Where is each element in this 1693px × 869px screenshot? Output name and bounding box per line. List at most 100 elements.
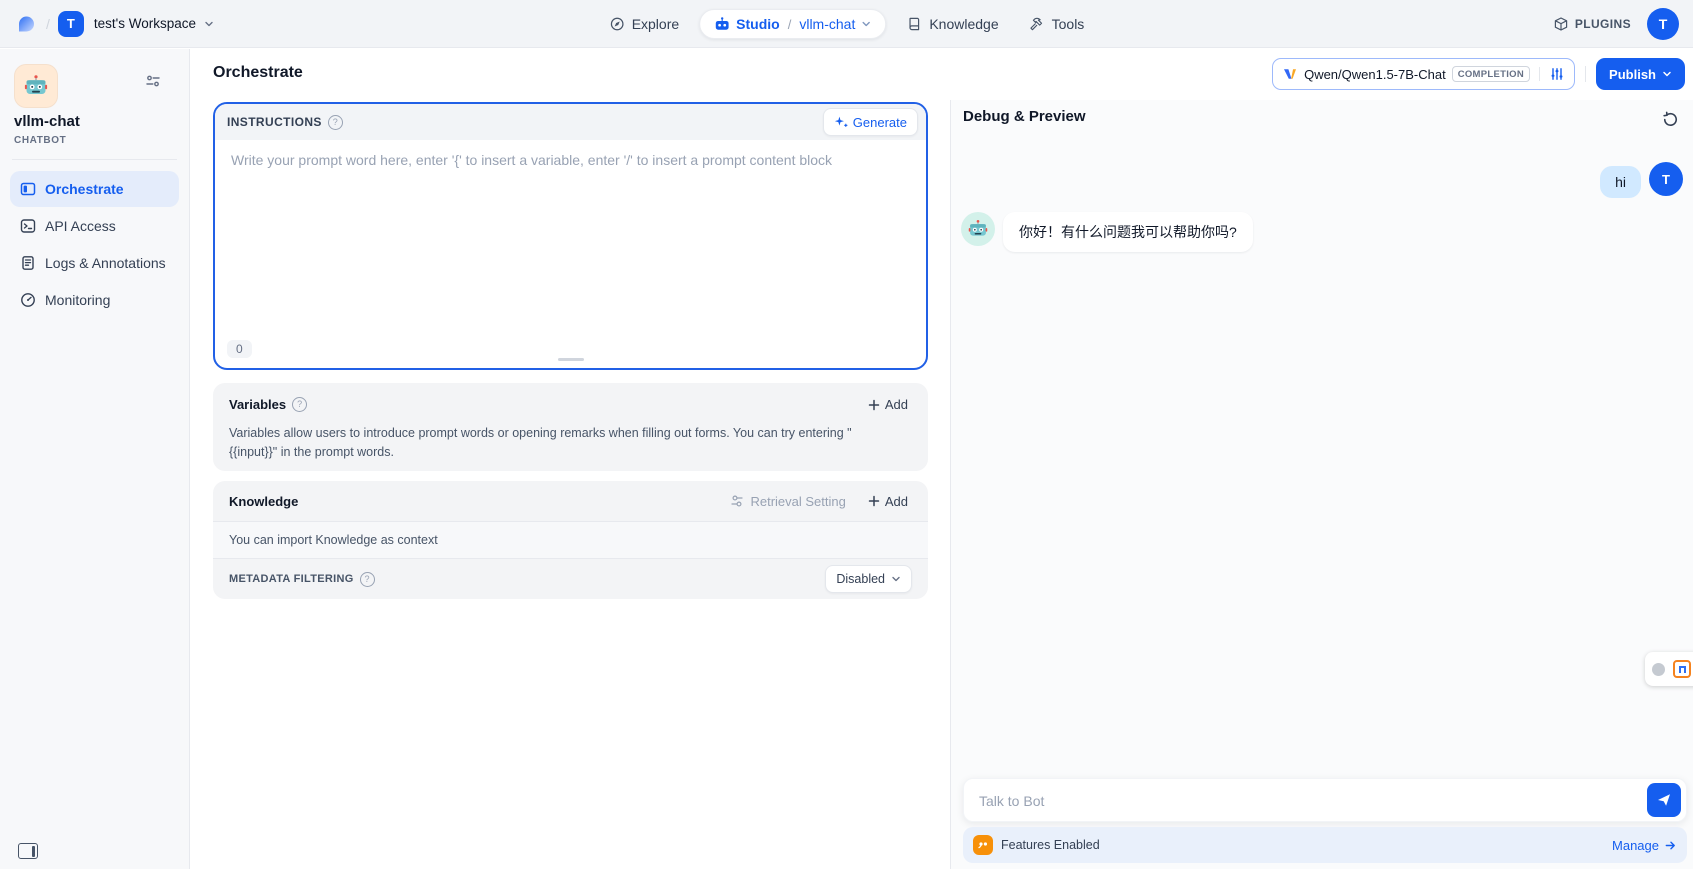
workspace-avatar: T bbox=[58, 11, 84, 37]
nav-tools[interactable]: Tools bbox=[1019, 10, 1095, 38]
robot-icon bbox=[714, 16, 730, 32]
divider bbox=[12, 159, 177, 160]
plus-icon bbox=[868, 495, 880, 507]
sidebar-item-monitoring[interactable]: Monitoring bbox=[10, 282, 179, 318]
debug-preview-panel: Debug & Preview hi T 你好！有什么问题我可以帮助你吗? bbox=[950, 100, 1693, 869]
divider bbox=[1585, 66, 1586, 82]
chat-input[interactable] bbox=[977, 779, 1638, 823]
model-settings-icon[interactable] bbox=[1549, 66, 1565, 82]
nav-current-app: vllm-chat bbox=[799, 16, 855, 32]
instructions-panel: INSTRUCTIONS Generate 0 bbox=[213, 102, 928, 370]
workspace-switcher[interactable]: / T test's Workspace bbox=[0, 11, 214, 37]
send-button[interactable] bbox=[1647, 783, 1681, 817]
top-nav: / T test's Workspace Explore Studio / vl… bbox=[0, 0, 1693, 48]
instructions-header: INSTRUCTIONS Generate bbox=[215, 104, 926, 140]
vllm-logo-icon bbox=[1282, 66, 1298, 82]
chevron-down-icon[interactable] bbox=[861, 19, 871, 29]
add-knowledge-button[interactable]: Add bbox=[864, 491, 912, 512]
restart-conversation-icon[interactable] bbox=[1662, 111, 1679, 128]
bot-avatar bbox=[961, 212, 995, 246]
header-actions: Qwen/Qwen1.5-7B-Chat COMPLETION Publish bbox=[1272, 58, 1685, 90]
robot-emoji-icon bbox=[24, 74, 48, 98]
chevron-down-icon bbox=[204, 19, 214, 29]
explore-icon bbox=[609, 16, 625, 32]
chat-input-bar bbox=[963, 778, 1687, 822]
nav-explore[interactable]: Explore bbox=[599, 10, 689, 38]
prompt-input[interactable] bbox=[229, 150, 912, 324]
page-title: Orchestrate bbox=[213, 64, 303, 82]
generate-label: Generate bbox=[853, 115, 907, 130]
debug-preview-title: Debug & Preview bbox=[963, 108, 1086, 125]
help-icon[interactable] bbox=[328, 115, 343, 130]
resize-handle[interactable] bbox=[558, 358, 584, 361]
sidebar-item-label: Monitoring bbox=[45, 292, 110, 308]
knowledge-empty-hint: You can import Knowledge as context bbox=[213, 522, 928, 558]
drag-dot-icon bbox=[1652, 663, 1665, 676]
model-selector[interactable]: Qwen/Qwen1.5-7B-Chat COMPLETION bbox=[1272, 58, 1575, 90]
user-avatar: T bbox=[1649, 162, 1683, 196]
robot-emoji-icon bbox=[968, 219, 988, 239]
user-message-bubble: hi bbox=[1600, 166, 1641, 198]
metadata-filtering-value: Disabled bbox=[836, 572, 885, 586]
workspace-name: test's Workspace bbox=[94, 16, 196, 31]
breadcrumb-separator: / bbox=[46, 16, 50, 32]
sidebar-item-label: Orchestrate bbox=[45, 181, 124, 197]
generate-button[interactable]: Generate bbox=[823, 108, 918, 136]
plus-icon bbox=[868, 399, 880, 411]
book-icon bbox=[906, 16, 922, 32]
add-variable-button[interactable]: Add bbox=[864, 394, 912, 415]
floating-extension-widget[interactable] bbox=[1645, 652, 1693, 686]
nav-right: PLUGINS T bbox=[1553, 0, 1679, 48]
model-name: Qwen/Qwen1.5-7B-Chat bbox=[1304, 67, 1446, 82]
sidebar-item-logs-annotations[interactable]: Logs & Annotations bbox=[10, 245, 179, 281]
retrieval-setting-button[interactable]: Retrieval Setting bbox=[730, 494, 845, 509]
extension-icon bbox=[1673, 660, 1691, 678]
retrieval-icon bbox=[730, 494, 744, 508]
add-label: Add bbox=[885, 494, 908, 509]
model-mode-badge: COMPLETION bbox=[1452, 66, 1530, 82]
sparkles-icon bbox=[834, 115, 848, 129]
document-icon bbox=[20, 255, 36, 271]
features-bar: Features Enabled Manage bbox=[963, 827, 1687, 863]
app-sidebar: vllm-chat CHATBOT Orchestrate API Access bbox=[0, 49, 190, 869]
arrow-right-icon bbox=[1664, 839, 1677, 852]
hammer-icon bbox=[1029, 16, 1045, 32]
variables-description: Variables allow users to introduce promp… bbox=[229, 424, 869, 463]
app-settings-icon[interactable] bbox=[145, 73, 161, 89]
app-avatar[interactable] bbox=[14, 64, 58, 108]
manage-label: Manage bbox=[1612, 838, 1659, 853]
nav-knowledge[interactable]: Knowledge bbox=[896, 10, 1008, 38]
sidebar-item-label: Logs & Annotations bbox=[45, 255, 166, 271]
user-avatar[interactable]: T bbox=[1647, 8, 1679, 40]
help-icon[interactable] bbox=[360, 572, 375, 587]
add-label: Add bbox=[885, 397, 908, 412]
features-label: Features Enabled bbox=[1001, 838, 1100, 852]
knowledge-panel: Knowledge Retrieval Setting Add You can bbox=[213, 481, 928, 599]
sidebar-item-api-access[interactable]: API Access bbox=[10, 208, 179, 244]
layout-icon bbox=[20, 181, 36, 197]
sidebar-item-label: API Access bbox=[45, 218, 116, 234]
sidebar-item-orchestrate[interactable]: Orchestrate bbox=[10, 171, 179, 207]
manage-features-link[interactable]: Manage bbox=[1612, 838, 1677, 853]
gauge-icon bbox=[20, 292, 36, 308]
plugins-label: PLUGINS bbox=[1575, 17, 1631, 31]
package-icon bbox=[1553, 16, 1569, 32]
collapse-sidebar-icon[interactable] bbox=[18, 843, 38, 859]
variables-panel: Variables Add Variables allow users to i… bbox=[213, 383, 928, 471]
help-icon[interactable] bbox=[292, 397, 307, 412]
metadata-filtering-dropdown[interactable]: Disabled bbox=[825, 565, 912, 593]
nav-studio-label: Studio bbox=[736, 16, 780, 32]
publish-button[interactable]: Publish bbox=[1596, 58, 1685, 90]
dify-logo bbox=[14, 12, 38, 36]
metadata-filtering-label: METADATA FILTERING bbox=[229, 573, 354, 585]
nav-tools-label: Tools bbox=[1052, 16, 1085, 32]
app-name: vllm-chat bbox=[14, 113, 80, 130]
main-nav: Explore Studio / vllm-chat Knowledge bbox=[599, 0, 1095, 48]
nav-studio-pill[interactable]: Studio / vllm-chat bbox=[699, 9, 886, 39]
plugins-button[interactable]: PLUGINS bbox=[1553, 16, 1631, 32]
chevron-down-icon bbox=[1662, 69, 1672, 79]
instructions-title: INSTRUCTIONS bbox=[227, 115, 322, 129]
knowledge-empty-text: You can import Knowledge as context bbox=[229, 533, 438, 547]
char-count-badge: 0 bbox=[227, 340, 252, 358]
divider bbox=[1539, 67, 1540, 81]
